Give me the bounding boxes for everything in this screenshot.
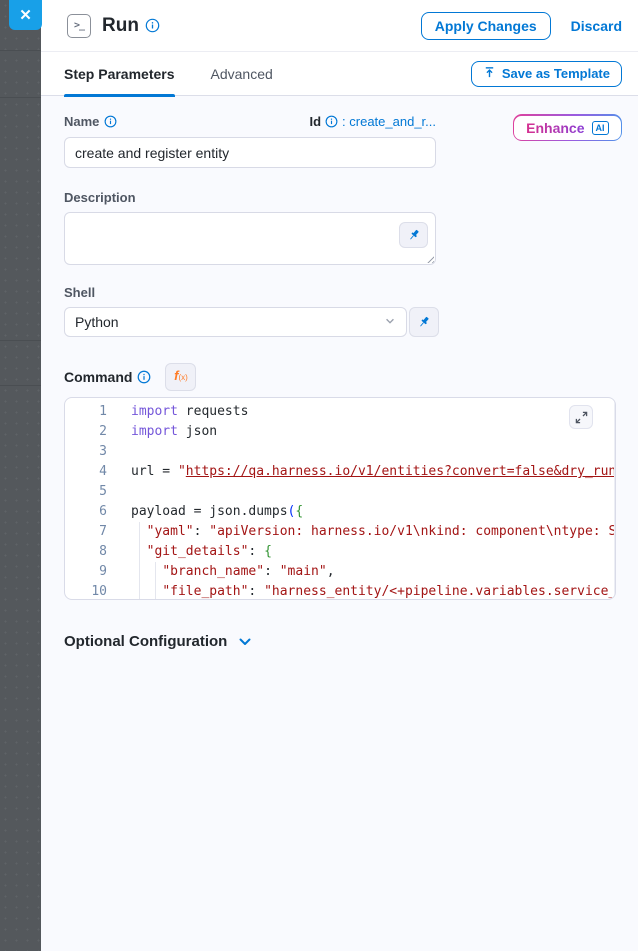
shell-selected-value: Python — [75, 314, 119, 330]
command-code-editor[interactable]: 12345678910 import requestsimport json u… — [64, 397, 616, 600]
fx-sub: (x) — [178, 373, 187, 382]
step-config-panel: >_ Run Apply Changes Discard Step Parame… — [41, 0, 638, 951]
shell-pin-button[interactable] — [409, 307, 439, 337]
code-lines: import requestsimport json url = "https:… — [131, 402, 614, 600]
code-line-number: 8 — [65, 542, 107, 562]
save-as-template-button[interactable]: Save as Template — [471, 61, 622, 87]
enhance-label: Enhance — [526, 120, 584, 136]
expression-fx-button[interactable]: f (x) — [165, 363, 196, 391]
code-line-number: 9 — [65, 562, 107, 582]
name-info-icon[interactable] — [104, 115, 117, 128]
editor-expand-button[interactable] — [569, 405, 593, 429]
code-line-number: 5 — [65, 482, 107, 502]
close-icon: ✕ — [19, 6, 32, 24]
name-label: Name — [64, 114, 99, 129]
command-label-group: Command — [64, 369, 151, 385]
code-line-number: 4 — [65, 462, 107, 482]
ai-badge: AI — [592, 121, 609, 135]
code-line-number: 2 — [65, 422, 107, 442]
rail-divider — [0, 385, 41, 386]
name-row: Name Id : create_and_r... — [64, 114, 436, 129]
description-field-wrap — [64, 212, 436, 265]
id-label: Id — [309, 114, 321, 129]
tab-advanced[interactable]: Advanced — [211, 52, 273, 96]
save-as-template-label: Save as Template — [502, 66, 610, 81]
step-id-group: Id : create_and_r... — [309, 114, 436, 129]
code-line-number: 3 — [65, 442, 107, 462]
shell-select[interactable]: Python — [64, 307, 407, 337]
shell-row: Python — [64, 307, 622, 337]
background-rail — [0, 0, 41, 951]
command-row: Command f (x) — [64, 363, 622, 391]
description-pin-button[interactable] — [399, 222, 428, 248]
rail-divider — [0, 340, 41, 341]
name-input[interactable] — [64, 137, 436, 168]
code-line[interactable]: payload = json.dumps({ — [131, 502, 614, 522]
optional-configuration-toggle[interactable]: Optional Configuration — [64, 633, 622, 650]
command-label: Command — [64, 369, 132, 385]
apply-changes-button[interactable]: Apply Changes — [421, 12, 551, 40]
description-textarea[interactable] — [64, 212, 436, 265]
pin-icon — [417, 315, 431, 329]
code-line[interactable]: "file_path": "harness_entity/<+pipeline.… — [131, 582, 614, 600]
code-line-number: 6 — [65, 502, 107, 522]
optional-configuration-label: Optional Configuration — [64, 633, 227, 650]
template-upload-icon — [483, 66, 496, 82]
chevron-down-icon — [237, 634, 253, 650]
code-line-number: 1 — [65, 402, 107, 422]
run-step-icon: >_ — [67, 14, 91, 38]
code-line[interactable]: import json — [131, 422, 614, 442]
tab-bar: Step Parameters Advanced Save as Templat… — [41, 52, 638, 96]
name-label-group: Name — [64, 114, 117, 129]
close-panel-button[interactable]: ✕ — [9, 0, 42, 30]
step-parameters-form: Enhance AI Name Id : create_and_r... Des… — [41, 96, 638, 650]
description-label: Description — [64, 190, 622, 205]
terminal-icon: >_ — [74, 20, 84, 31]
code-line[interactable]: "branch_name": "main", — [131, 562, 614, 582]
id-value: : create_and_r... — [342, 114, 436, 129]
page-title: Run — [102, 15, 139, 37]
expand-icon — [575, 411, 588, 424]
code-line[interactable]: url = "https://qa.harness.io/v1/entities… — [131, 462, 614, 482]
code-line-number: 7 — [65, 522, 107, 542]
code-line[interactable]: import requests — [131, 402, 614, 422]
command-info-icon[interactable] — [137, 370, 151, 384]
code-line[interactable]: "yaml": "apiVersion: harness.io/v1\nkind… — [131, 522, 614, 542]
code-line[interactable]: "git_details": { — [131, 542, 614, 562]
id-info-icon[interactable] — [325, 115, 338, 128]
enhance-ai-button[interactable]: Enhance AI — [513, 114, 622, 141]
code-line-number: 10 — [65, 582, 107, 600]
code-line[interactable] — [131, 442, 614, 462]
enhance-inner: Enhance AI — [514, 116, 620, 140]
rail-divider — [0, 97, 41, 98]
panel-header: >_ Run Apply Changes Discard — [41, 0, 638, 52]
rail-divider — [0, 50, 41, 51]
shell-label: Shell — [64, 285, 622, 300]
title-info-icon[interactable] — [145, 18, 160, 33]
tab-step-parameters[interactable]: Step Parameters — [64, 52, 175, 96]
discard-button[interactable]: Discard — [571, 18, 622, 34]
chevron-down-icon — [384, 314, 396, 330]
code-line[interactable] — [131, 482, 614, 502]
editor-right-rule — [614, 398, 615, 599]
pin-icon — [407, 228, 421, 242]
code-gutter: 12345678910 — [65, 402, 107, 600]
